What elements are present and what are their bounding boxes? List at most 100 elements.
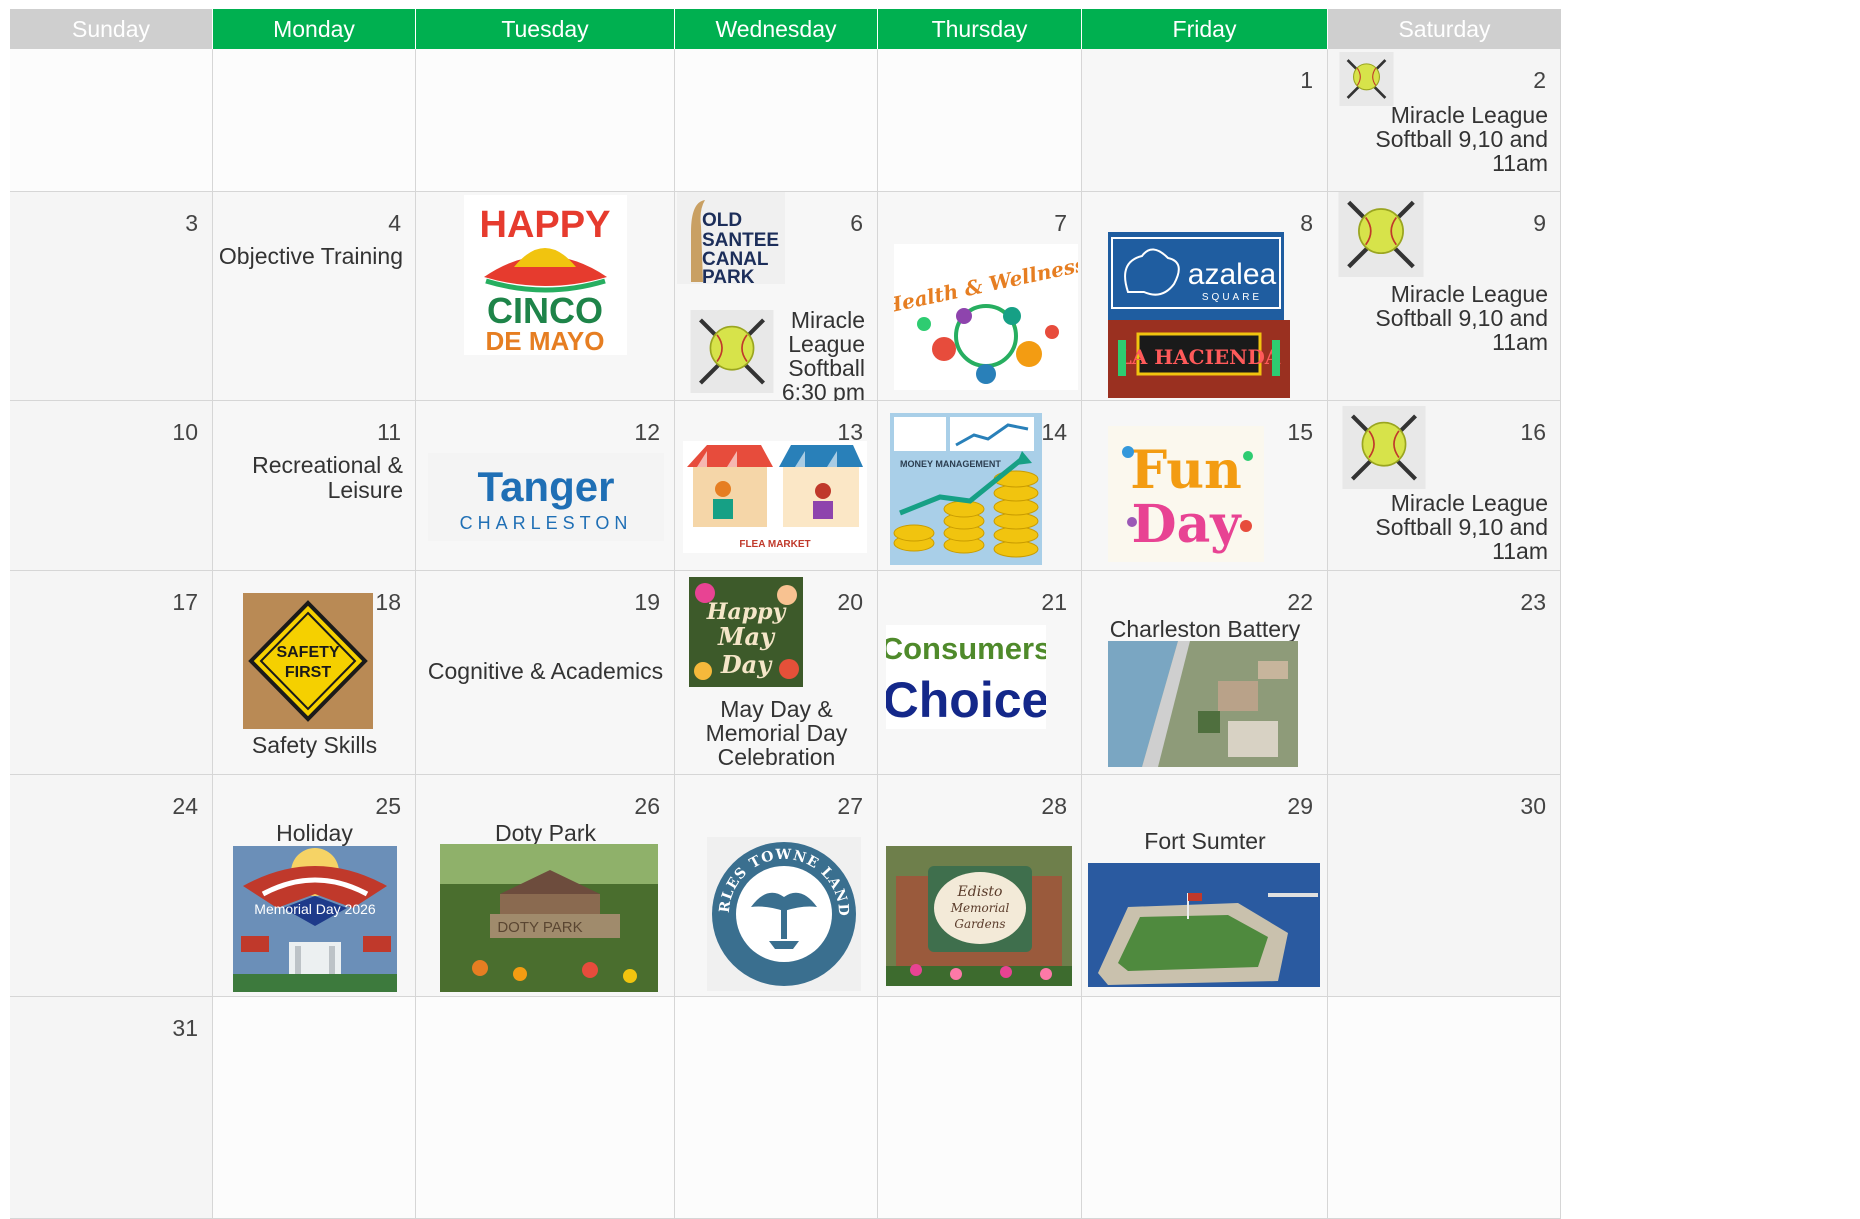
header-saturday: Saturday [1328,9,1561,49]
happy-may-day-image: Happy May Day [689,577,803,687]
event-text: Celebration [717,744,836,770]
date-number: 19 [634,589,660,615]
day-cell-14[interactable]: 14 MONEY MANAGEMENT [878,401,1082,571]
day-cell-empty [416,997,675,1219]
date-number: 27 [837,793,863,819]
day-cell-30[interactable]: 30 [1328,775,1561,997]
image-text: DE MAYO [486,326,605,355]
day-cell-3[interactable]: 3 [10,192,213,401]
day-cell-empty [213,49,416,192]
image-text: SQUARE [1202,292,1262,303]
event-text: Objective Training [218,243,403,269]
day-cell-2[interactable]: 2 Miracle League Softball 9,10 and 11am [1328,49,1561,192]
charleston-battery-photo [1108,641,1298,767]
day-cell-25[interactable]: 25 Holiday Memorial Day 2026 [213,775,416,997]
day-cell-6[interactable]: 6 OLD SANTEE CANAL PARK Miracle League S… [675,192,878,405]
event-text: 11am [1492,150,1548,176]
date-number: 6 [850,210,863,236]
day-cell-15[interactable]: 15 Fun Day [1082,401,1328,571]
event-text: Cognitive & Academics [427,658,664,684]
date-number: 8 [1300,210,1313,236]
date-number: 11 [377,419,401,445]
cinco-de-mayo-image: HAPPY CINCO DE MAYO [464,195,627,355]
event-text: Holiday [276,820,353,846]
image-text: Health & Wellness [894,252,1078,319]
day-cell-empty [878,49,1082,192]
day-cell-empty [878,997,1082,1219]
header-wednesday: Wednesday [675,9,877,49]
date-number: 14 [1041,419,1067,445]
flea-market-image: FLEA MARKET [683,441,867,553]
image-text: PARK [702,267,755,284]
day-cell-18[interactable]: 18 SAFETY FIRST Safety Skills [213,571,416,775]
safety-first-sign: SAFETY FIRST [243,593,373,729]
softball-icon [1342,406,1426,489]
date-number: 2 [1533,67,1546,93]
image-text: May [717,622,776,651]
day-cell-10[interactable]: 10 [10,401,213,571]
date-number: 28 [1041,793,1067,819]
date-number: 26 [634,793,660,819]
day-cell-8[interactable]: 8 azalea SQUARE LA HACIENDA [1082,192,1328,401]
image-text: Choice [886,672,1046,728]
image-text: Gardens [954,917,1005,931]
date-number: 17 [172,589,198,615]
date-number: 30 [1520,793,1546,819]
memorial-day-image: Memorial Day 2026 [233,846,397,992]
day-cell-12[interactable]: 12 Tanger CHARLESTON [416,401,675,571]
date-number: 21 [1041,589,1067,615]
image-text: Consumers [886,631,1046,666]
event-text: Doty Park [495,820,596,846]
day-cell-4[interactable]: 4 Objective Training [213,192,416,401]
date-number: 15 [1287,419,1313,445]
date-number: 22 [1287,589,1313,615]
day-cell-20[interactable]: 20 Happy May Day May Day & Memorial Day … [675,571,878,775]
event-text: Leisure [327,477,403,503]
softball-icon [1338,192,1424,277]
day-cell-empty [1328,997,1561,1219]
header-monday: Monday [213,9,415,49]
day-cell-29[interactable]: 29 Fort Sumter [1082,775,1328,997]
health-and-wellness-image: Health & Wellness [894,244,1078,390]
day-cell-empty [1082,997,1328,1219]
image-text: SAFETY [276,644,339,661]
date-number: 18 [375,589,401,615]
day-cell-23[interactable]: 23 [1328,571,1561,775]
day-cell-empty [213,997,416,1219]
header-tuesday: Tuesday [416,9,674,49]
tanger-charleston-logo: Tanger CHARLESTON [428,453,664,541]
day-cell-31[interactable]: 31 [10,997,213,1219]
image-text: FIRST [285,664,331,681]
day-cell-11[interactable]: 11 Recreational & Leisure [213,401,416,571]
day-cell-1[interactable]: 1 [1082,49,1328,192]
image-text: DOTY PARK [497,919,582,936]
day-cell-7[interactable]: 7 Health & Wellness [878,192,1082,401]
image-text: Memorial Day 2026 [254,901,376,917]
date-number: 4 [388,210,401,236]
image-text: CINCO [487,290,603,331]
day-cell-19[interactable]: 19 Cognitive & Academics [416,571,675,775]
header-friday: Friday [1082,9,1327,49]
day-cell-24[interactable]: 24 [10,775,213,997]
day-cell-27[interactable]: 27 CHARLES TOWNE LANDING EST. 1670 [675,775,878,997]
softball-icon [1338,52,1395,106]
day-cell-9[interactable]: 9 Miracle League Softball 9,10 and 11am [1328,192,1561,401]
consumers-choice-logo: Consumers Choice [886,625,1046,729]
date-number: 29 [1287,793,1313,819]
day-cell-5[interactable]: HAPPY CINCO DE MAYO [416,192,675,401]
image-text: Fun [1130,440,1242,501]
date-number: 9 [1533,210,1546,236]
day-cell-13[interactable]: 13 FLEA MARKET [675,401,878,571]
day-cell-16[interactable]: 16 Miracle League Softball 9,10 and 11am [1328,401,1561,571]
day-cell-empty [675,997,878,1219]
day-cell-26[interactable]: 26 Doty Park DOTY PARK [416,775,675,997]
image-text: Edisto [957,884,1003,900]
date-number: 10 [172,419,198,445]
day-cell-22[interactable]: 22 Charleston Battery [1082,571,1328,775]
day-cell-21[interactable]: 21 Consumers Choice [878,571,1082,775]
image-text: MONEY MANAGEMENT [900,459,1001,469]
date-number: 16 [1520,419,1546,445]
day-cell-28[interactable]: 28 Edisto Memorial Gardens [878,775,1082,997]
day-cell-17[interactable]: 17 [10,571,213,775]
image-text: CHARLESTON [460,513,633,533]
